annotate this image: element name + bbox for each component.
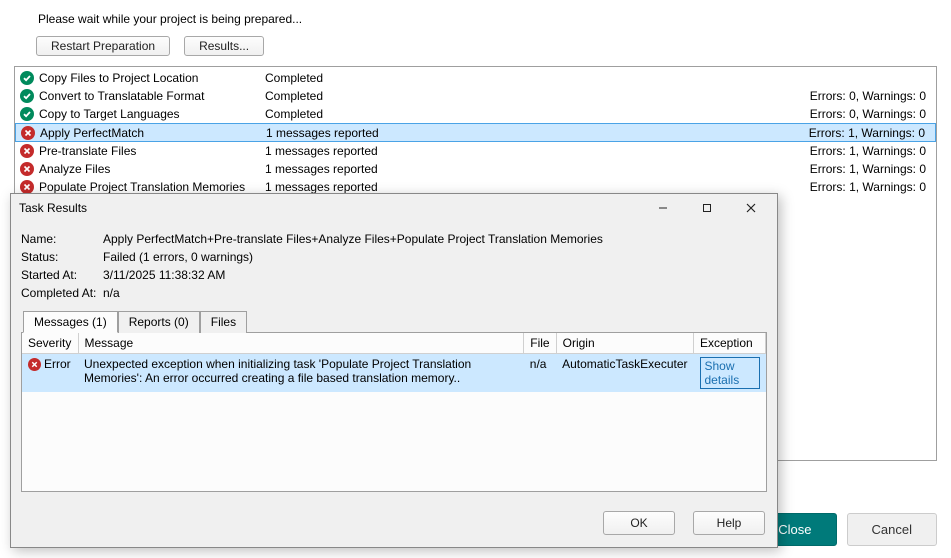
main-footer: Close Cancel [753,513,937,546]
dialog-body: Name:Apply PerfectMatch+Pre-translate Fi… [11,222,777,498]
status-icon [20,162,34,176]
task-name: Copy to Target Languages [39,107,265,121]
ok-button[interactable]: OK [603,511,675,535]
cancel-button[interactable]: Cancel [847,513,937,546]
show-details-link[interactable]: Show details [700,357,760,389]
task-stats: Errors: 0, Warnings: 0 [810,89,932,103]
col-message[interactable]: Message [78,333,524,354]
name-label: Name: [21,230,103,248]
help-button[interactable]: Help [693,511,765,535]
error-icon [21,126,35,140]
task-name: Analyze Files [39,162,265,176]
error-icon [20,180,34,194]
message-row[interactable]: Error Unexpected exception when initiali… [22,354,766,393]
error-icon [20,162,34,176]
messages-pane: Severity Message File Origin Exception E… [21,332,767,492]
tab-messages[interactable]: Messages (1) [23,311,118,333]
task-stats: Errors: 1, Warnings: 0 [810,180,932,194]
status-icon [20,107,34,121]
task-stats: Errors: 1, Warnings: 0 [809,126,931,140]
success-icon [20,89,34,103]
messages-table: Severity Message File Origin Exception E… [22,333,766,392]
window-maximize-button[interactable] [685,194,729,222]
task-results-dialog: Task Results Name:Apply PerfectMatch+Pre… [10,193,778,548]
task-stats: Errors: 1, Warnings: 0 [810,162,932,176]
success-icon [20,71,34,85]
status-icon [20,144,34,158]
cell-message: Unexpected exception when initializing t… [78,354,524,393]
dialog-titlebar: Task Results [11,194,777,222]
status-value: Failed (1 errors, 0 warnings) [103,248,253,266]
status-icon [20,180,34,194]
window-close-button[interactable] [729,194,773,222]
results-button[interactable]: Results... [184,36,264,56]
table-header-row: Severity Message File Origin Exception [22,333,766,354]
task-row[interactable]: Copy to Target LanguagesCompletedErrors:… [15,105,936,123]
task-name: Apply PerfectMatch [40,126,266,140]
cell-origin: AutomaticTaskExecuter [556,354,693,393]
task-status: 1 messages reported [266,126,809,140]
toolbar: Restart Preparation Results... [36,36,937,56]
restart-preparation-button[interactable]: Restart Preparation [36,36,170,56]
tab-strip: Messages (1) Reports (0) Files [21,310,767,332]
wait-message: Please wait while your project is being … [38,12,937,26]
success-icon [20,107,34,121]
task-name: Convert to Translatable Format [39,89,265,103]
status-icon [21,126,35,140]
started-label: Started At: [21,266,103,284]
tab-reports[interactable]: Reports (0) [118,311,200,333]
task-status: 1 messages reported [265,162,810,176]
completed-value: n/a [103,284,120,302]
task-stats: Errors: 1, Warnings: 0 [810,144,932,158]
window-minimize-button[interactable] [641,194,685,222]
task-row[interactable]: Convert to Translatable FormatCompletedE… [15,87,936,105]
cell-file: n/a [524,354,556,393]
task-status: Completed [265,107,810,121]
cell-severity: Error [22,354,78,393]
task-row[interactable]: Pre-translate Files1 messages reportedEr… [15,142,936,160]
dialog-title: Task Results [19,201,641,215]
task-status: 1 messages reported [265,180,810,194]
task-row[interactable]: Copy Files to Project LocationCompleted [15,69,936,87]
task-name: Copy Files to Project Location [39,71,265,85]
cell-exception: Show details [694,354,766,393]
col-origin[interactable]: Origin [556,333,693,354]
error-icon [20,144,34,158]
task-stats: Errors: 0, Warnings: 0 [810,107,932,121]
task-row[interactable]: Apply PerfectMatch1 messages reportedErr… [15,123,936,142]
task-status: 1 messages reported [265,144,810,158]
col-exception[interactable]: Exception [694,333,766,354]
tab-files[interactable]: Files [200,311,247,333]
status-icon [20,89,34,103]
error-icon [28,358,41,371]
completed-label: Completed At: [21,284,103,302]
col-severity[interactable]: Severity [22,333,78,354]
task-name: Pre-translate Files [39,144,265,158]
status-icon [20,71,34,85]
col-file[interactable]: File [524,333,556,354]
task-row[interactable]: Analyze Files1 messages reportedErrors: … [15,160,936,178]
status-label: Status: [21,248,103,266]
started-value: 3/11/2025 11:38:32 AM [103,266,225,284]
task-status: Completed [265,71,926,85]
dialog-footer: OK Help [11,501,777,547]
task-name: Populate Project Translation Memories [39,180,265,194]
name-value: Apply PerfectMatch+Pre-translate Files+A… [103,230,603,248]
task-status: Completed [265,89,810,103]
severity-text: Error [44,357,71,371]
